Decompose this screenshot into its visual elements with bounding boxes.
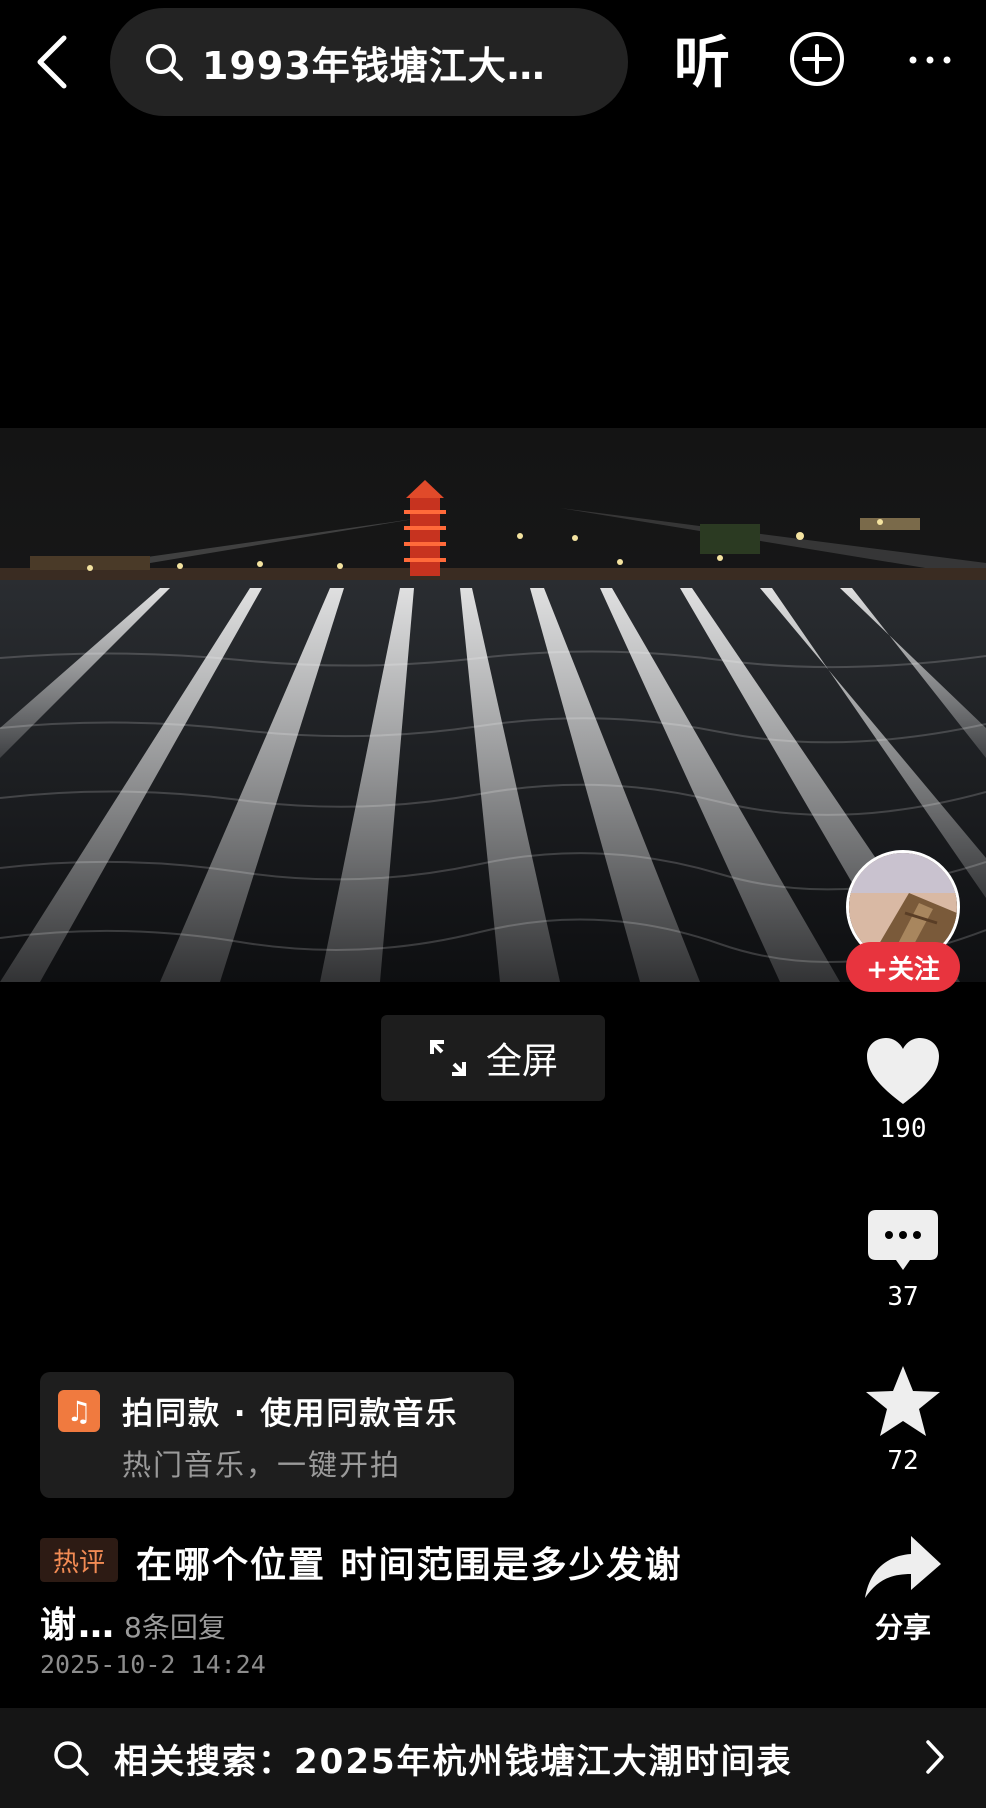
heart-icon [867,1038,939,1104]
add-button[interactable] [788,30,846,88]
search-query: 1993年钱塘江大… [202,43,546,88]
video-frame [0,428,986,982]
related-search-text: 相关搜索：2025年杭州钱塘江大潮时间表 [114,1741,793,1782]
comment-continuation[interactable]: 谢… 8条回复 [40,1596,226,1648]
comment-count: 37 [887,1282,919,1312]
back-icon [37,35,67,89]
music-note-icon: ♫ [58,1390,100,1432]
follow-button[interactable]: +关注 [846,942,960,992]
fullscreen-label: 全屏 [485,1041,558,1082]
share-icon [865,1536,941,1598]
favorite-button[interactable]: 72 [846,1364,960,1476]
reply-count-link[interactable]: 8条回复 [124,1606,226,1646]
hot-comment-tag: 热评 [40,1538,118,1582]
search-icon [146,44,183,81]
music-title: 拍同款 · 使用同款音乐 [122,1396,459,1432]
back-button[interactable] [24,30,80,94]
share-button[interactable]: 分享 [846,1532,960,1646]
comment-date: 2025-10-2 14:24 [40,1650,266,1679]
more-icon [909,56,951,64]
more-button[interactable] [900,40,960,80]
music-card[interactable]: ♫ 拍同款 · 使用同款音乐 热门音乐，一键开拍 [40,1372,514,1498]
related-search-bar[interactable]: 相关搜索：2025年杭州钱塘江大潮时间表 [0,1708,986,1808]
add-circle-icon [790,32,844,86]
video-player[interactable] [0,428,986,982]
fullscreen-button[interactable]: 全屏 [381,1015,605,1101]
search-box[interactable]: 1993年钱塘江大… [110,8,628,116]
listen-button[interactable]: 听 [674,28,730,100]
like-button[interactable]: 190 [846,1036,960,1144]
share-label: 分享 [874,1611,931,1644]
comment-text[interactable]: 在哪个位置 时间范围是多少发谢 [136,1536,683,1588]
music-subtitle: 热门音乐，一键开拍 [122,1448,402,1482]
expand-icon [429,1040,466,1076]
pagoda [404,480,446,576]
comment-icon [868,1210,938,1270]
like-count: 190 [879,1114,927,1144]
favorite-count: 72 [887,1446,919,1476]
chevron-right-icon [926,1740,944,1774]
star-icon [866,1366,940,1436]
comment-text-cont: 谢… [40,1605,117,1646]
comment-button[interactable]: 37 [846,1208,960,1312]
search-icon [54,1741,89,1776]
